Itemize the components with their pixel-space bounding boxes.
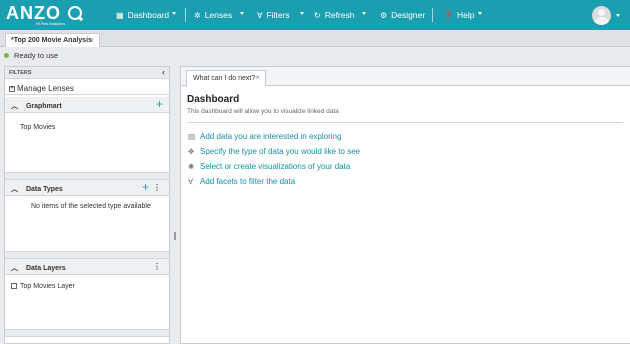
graphmart-title: Graphmart	[25, 103, 62, 110]
lenses-icon: ✲	[194, 10, 201, 20]
create-visualization-label: Select or create visualizations of your …	[200, 162, 351, 171]
avatar-head	[598, 9, 605, 16]
filters-panel-title: FILTERS	[9, 70, 32, 76]
data-types-title: Data Types	[25, 186, 63, 193]
add-data-label: Add data you are interested in exploring	[200, 132, 342, 141]
collapse-panel-chevron-left-icon[interactable]: ‹	[162, 67, 165, 77]
anzo-logo[interactable]: ANZO Hi-Res Analytics	[6, 2, 98, 28]
user-chevron-down-icon[interactable]	[616, 14, 620, 17]
dashboard-menu-label: Dashboard	[127, 10, 170, 20]
top-navigation-bar: ANZO Hi-Res Analytics ▦ Dashboard ✲ Lens…	[0, 0, 630, 30]
dashboard-icon: ▦	[116, 10, 124, 20]
nav-divider	[185, 8, 186, 22]
lenses-chevron-down-icon[interactable]	[240, 12, 244, 15]
data-types-empty-message: No items of the selected type available	[31, 203, 151, 210]
status-dot-icon	[4, 53, 9, 58]
logo-magnifier-icon	[68, 6, 82, 20]
close-tab-icon[interactable]: ×	[89, 36, 94, 45]
manage-lenses-label: Manage Lenses	[17, 84, 74, 93]
filter-icon: ∀	[257, 10, 263, 20]
section-divider	[5, 329, 169, 337]
dashboard-chevron-down-icon[interactable]	[172, 12, 176, 15]
filters-menu[interactable]: ∀ Filters	[257, 0, 290, 30]
refresh-icon: ↻	[314, 10, 321, 20]
add-data-link[interactable]: ▤ Add data you are interested in explori…	[188, 132, 341, 141]
refresh-button[interactable]: ↻ Refresh	[314, 0, 354, 30]
data-layers-title: Data Layers	[25, 265, 66, 272]
filters-chevron-down-icon[interactable]	[300, 12, 304, 15]
status-text: Ready to use	[14, 51, 59, 60]
specify-data-type-label: Specify the type of data you would like …	[200, 147, 361, 156]
section-divider	[5, 251, 169, 259]
add-graphmart-button[interactable]: +	[156, 97, 163, 111]
help-menu-label: Help	[456, 10, 475, 20]
collapse-chevron-icon[interactable]: ︿	[11, 184, 18, 194]
dashboard-title: Dashboard	[187, 94, 240, 105]
dashboard-menu[interactable]: ▦ Dashboard	[116, 0, 169, 30]
panel-resize-handle[interactable]	[174, 232, 176, 240]
logo-tagline: Hi-Res Analytics	[36, 21, 66, 26]
designer-button[interactable]: ⚙ Designer	[380, 0, 425, 30]
visualization-icon: ✺	[188, 162, 195, 171]
collapse-chevron-icon[interactable]: ︿	[11, 263, 18, 273]
graphmart-section-header[interactable]: ︿ Graphmart +	[5, 97, 169, 113]
graphmart-item-top-movies[interactable]: Top Movies	[20, 124, 55, 131]
data-type-icon: ✥	[188, 147, 195, 156]
expand-icon: +	[9, 85, 15, 92]
lenses-menu-label: Lenses	[204, 10, 233, 20]
inner-tab-label: What can I do next?	[193, 75, 256, 82]
refresh-chevron-down-icon[interactable]	[362, 12, 366, 15]
data-layer-item[interactable]: Top Movies Layer	[11, 283, 75, 290]
dashboard-subtitle: This dashboard will allow you to visuali…	[187, 108, 339, 115]
designer-button-label: Designer	[391, 10, 426, 20]
gear-icon: ⚙	[380, 10, 388, 20]
manage-lenses-button[interactable]: + Manage Lenses	[5, 79, 169, 95]
divider	[187, 122, 623, 123]
data-layer-label: Top Movies Layer	[20, 283, 75, 290]
section-divider	[5, 172, 169, 180]
document-tab-label: *Top 200 Movie Analysis	[11, 37, 92, 44]
more-options-icon[interactable]: ⋮	[153, 183, 161, 192]
data-layers-section-header[interactable]: ︿ Data Layers ⋮	[5, 259, 169, 275]
help-chevron-down-icon[interactable]	[478, 12, 482, 15]
user-avatar[interactable]	[592, 6, 611, 25]
tab-what-can-i-do-next[interactable]: What can I do next? ×	[186, 70, 266, 86]
filter-icon: ∀	[188, 177, 194, 186]
data-layer-checkbox[interactable]	[11, 283, 17, 289]
dashboard-tab-strip: What can I do next? ×	[181, 67, 630, 86]
status-indicator: Ready to use	[4, 51, 58, 60]
document-tab-strip: *Top 200 Movie Analysis ×	[0, 30, 630, 47]
add-data-type-button[interactable]: +	[142, 180, 149, 194]
refresh-button-label: Refresh	[324, 10, 355, 20]
add-facets-label: Add facets to filter the data	[200, 177, 296, 186]
filters-panel-header: FILTERS ‹	[5, 67, 169, 79]
filters-panel: FILTERS ‹ + Manage Lenses ︿ Graphmart + …	[4, 66, 170, 344]
lenses-menu[interactable]: ✲ Lenses	[194, 0, 232, 30]
filters-menu-label: Filters	[266, 10, 290, 20]
create-visualization-link[interactable]: ✺ Select or create visualizations of you…	[188, 162, 350, 171]
avatar-body	[594, 17, 609, 25]
nav-divider	[432, 8, 433, 22]
data-types-section-header[interactable]: ︿ Data Types + ⋮	[5, 180, 169, 196]
close-tab-icon[interactable]: ×	[255, 73, 260, 82]
dashboard-panel: What can I do next? × Dashboard This das…	[180, 66, 630, 344]
add-data-icon: ▤	[188, 132, 196, 141]
tab-top-200-movie-analysis[interactable]: *Top 200 Movie Analysis ×	[5, 33, 100, 47]
collapse-chevron-icon[interactable]: ︿	[11, 101, 18, 111]
help-menu[interactable]: ❓ Help	[443, 0, 474, 30]
more-options-icon[interactable]: ⋮	[153, 262, 161, 271]
specify-data-type-link[interactable]: ✥ Specify the type of data you would lik…	[188, 147, 360, 156]
help-icon: ❓	[443, 10, 453, 20]
add-facets-link[interactable]: ∀ Add facets to filter the data	[188, 177, 295, 186]
